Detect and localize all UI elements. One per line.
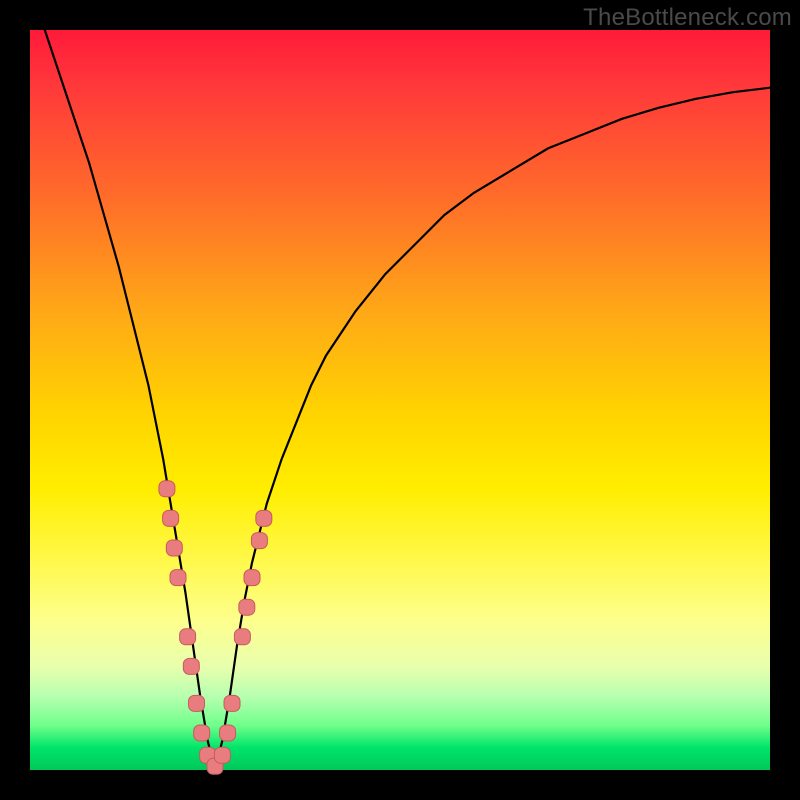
marker-point <box>239 599 255 615</box>
marker-point <box>220 725 236 741</box>
marker-point <box>189 695 205 711</box>
marker-group <box>159 481 272 775</box>
plot-area <box>30 30 770 770</box>
marker-point <box>159 481 175 497</box>
bottleneck-curve <box>45 30 770 770</box>
marker-point <box>244 570 260 586</box>
marker-point <box>214 747 230 763</box>
marker-point <box>170 570 186 586</box>
marker-point <box>183 658 199 674</box>
marker-point <box>251 533 267 549</box>
marker-point <box>256 510 272 526</box>
marker-point <box>234 629 250 645</box>
marker-point <box>224 695 240 711</box>
marker-point <box>163 510 179 526</box>
marker-point <box>180 629 196 645</box>
curve-svg <box>30 30 770 770</box>
watermark-text: TheBottleneck.com <box>583 4 792 32</box>
marker-point <box>166 540 182 556</box>
chart-stage: TheBottleneck.com <box>0 0 800 800</box>
marker-point <box>194 725 210 741</box>
